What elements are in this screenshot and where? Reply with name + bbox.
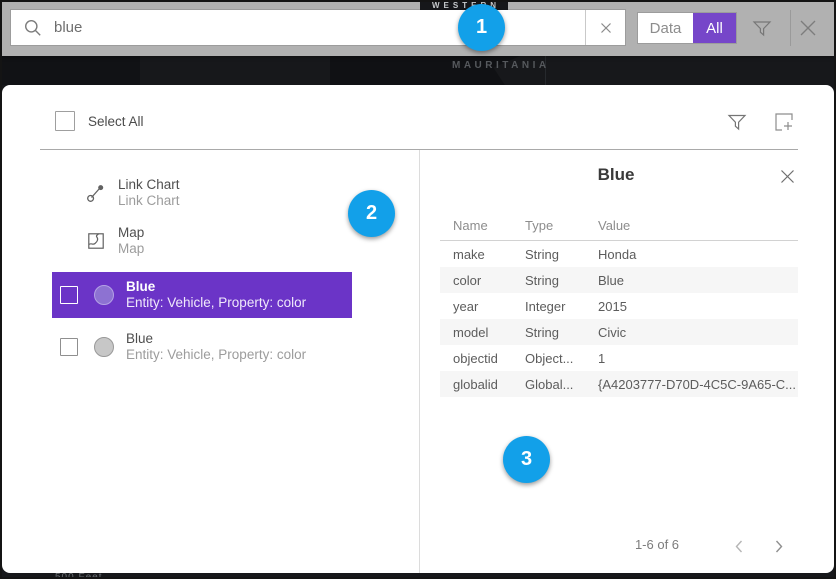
- cell-name: year: [440, 299, 525, 314]
- cell-type: String: [525, 325, 598, 340]
- cell-value: Blue: [598, 273, 798, 288]
- column-header-type: Type: [525, 218, 598, 239]
- cell-name: model: [440, 325, 525, 340]
- list-item-title: Map: [118, 225, 144, 241]
- filter-button[interactable]: [751, 17, 773, 39]
- close-icon: [797, 17, 819, 39]
- search-query-text[interactable]: blue: [54, 19, 585, 36]
- chevron-right-icon: [774, 539, 784, 554]
- cell-name: color: [440, 273, 525, 288]
- search-icon: [24, 19, 42, 37]
- cell-value: {A4203777-D70D-4C5C-9A65-C...: [598, 377, 798, 392]
- add-to-selection-button[interactable]: [773, 111, 795, 133]
- table-row: color String Blue: [440, 267, 798, 293]
- table-row: globalid Global... {A4203777-D70D-4C5C-9…: [440, 371, 798, 397]
- item-checkbox[interactable]: [60, 286, 78, 304]
- list-item-blue[interactable]: Blue Entity: Vehicle, Property: color: [52, 324, 352, 370]
- cell-type: Global...: [525, 377, 598, 392]
- pagination-label: 1-6 of 6: [602, 537, 712, 552]
- results-filter-button[interactable]: [726, 111, 748, 133]
- map-country-shape: [0, 56, 140, 85]
- detail-title: Blue: [435, 165, 797, 185]
- close-icon: [779, 168, 796, 185]
- cell-value: 2015: [598, 299, 798, 314]
- table-row: make String Honda: [440, 241, 798, 267]
- close-search-button[interactable]: [797, 17, 819, 39]
- entity-circle-icon: [94, 285, 114, 305]
- pagination-next-button[interactable]: [772, 537, 786, 556]
- cell-type: String: [525, 247, 598, 262]
- add-selection-icon: [773, 111, 795, 133]
- map-background: MAURITANIA: [0, 56, 836, 85]
- cell-type: Integer: [525, 299, 598, 314]
- map-icon: [86, 231, 106, 251]
- cell-name: globalid: [440, 377, 525, 392]
- list-item-subtitle: Link Chart: [118, 193, 180, 209]
- list-item-map[interactable]: Map Map: [52, 219, 352, 263]
- select-all-checkbox[interactable]: [55, 111, 75, 131]
- table-row: year Integer 2015: [440, 293, 798, 319]
- cell-value: 1: [598, 351, 798, 366]
- map-scale-label: 500 Feet: [55, 572, 102, 579]
- cell-value: Civic: [598, 325, 798, 340]
- attribute-table: Name Type Value make String Honda color …: [440, 218, 798, 397]
- scope-all-button[interactable]: All: [693, 13, 736, 43]
- cell-name: objectid: [440, 351, 525, 366]
- callout-step-1: 1: [458, 4, 505, 51]
- cell-name: make: [440, 247, 525, 262]
- filter-icon: [726, 111, 748, 133]
- callout-step-2: 2: [348, 190, 395, 237]
- list-detail-divider: [419, 150, 420, 573]
- search-results-panel: Select All Link Chart Link Chart Map Map…: [2, 85, 834, 573]
- list-item-title: Link Chart: [118, 177, 180, 193]
- list-item-subtitle: Entity: Vehicle, Property: color: [126, 347, 306, 363]
- column-header-value: Value: [598, 218, 798, 239]
- clear-search-button[interactable]: [585, 10, 625, 45]
- cell-type: String: [525, 273, 598, 288]
- clear-search-icon: [600, 22, 612, 34]
- table-header-row: Name Type Value: [440, 218, 798, 239]
- toolbar-divider: [790, 10, 791, 46]
- search-scope-toggle: Data All: [637, 12, 737, 44]
- map-label-mauritania: MAURITANIA: [452, 60, 550, 71]
- chevron-left-icon: [734, 539, 744, 554]
- list-item-subtitle: Entity: Vehicle, Property: color: [126, 295, 306, 311]
- table-row: objectid Object... 1: [440, 345, 798, 371]
- list-item-title: Blue: [126, 331, 306, 347]
- search-toolbar: blue Data All: [0, 0, 836, 56]
- search-input[interactable]: blue: [10, 9, 626, 46]
- pagination-prev-button[interactable]: [732, 537, 746, 556]
- list-item-blue-selected[interactable]: Blue Entity: Vehicle, Property: color: [52, 272, 352, 318]
- list-item-link-chart[interactable]: Link Chart Link Chart: [52, 171, 352, 215]
- table-row: model String Civic: [440, 319, 798, 345]
- cell-value: Honda: [598, 247, 798, 262]
- entity-circle-icon: [94, 337, 114, 357]
- list-item-title: Blue: [126, 279, 306, 295]
- item-checkbox[interactable]: [60, 338, 78, 356]
- callout-step-3: 3: [503, 436, 550, 483]
- detail-close-button[interactable]: [779, 168, 796, 185]
- scope-data-button[interactable]: Data: [638, 13, 693, 43]
- list-item-subtitle: Map: [118, 241, 144, 257]
- select-all-label: Select All: [88, 114, 144, 129]
- link-chart-icon: [86, 183, 106, 203]
- filter-icon: [751, 17, 773, 39]
- cell-type: Object...: [525, 351, 598, 366]
- column-header-name: Name: [440, 218, 525, 239]
